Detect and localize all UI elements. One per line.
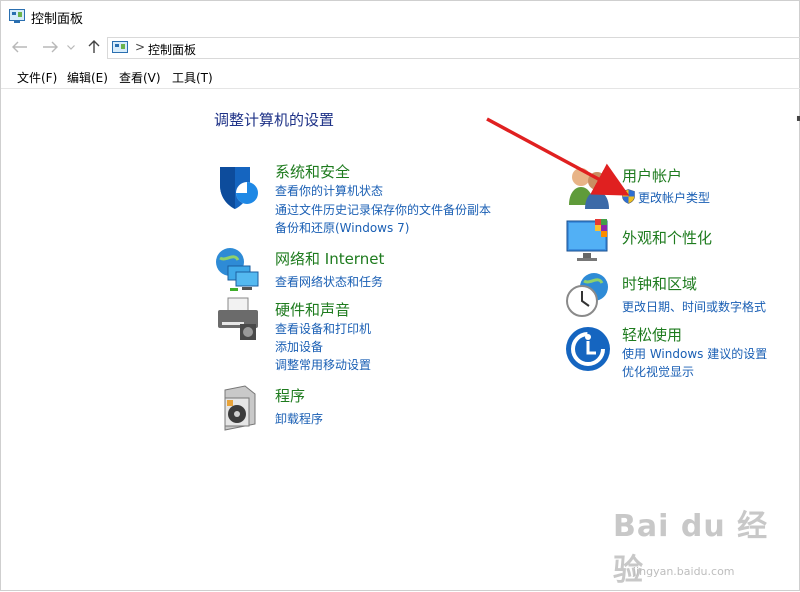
recent-locations-button[interactable]	[65, 38, 77, 56]
link-file-history-backup[interactable]: 通过文件历史记录保存你的文件备份副本	[275, 201, 491, 218]
chevron-down-icon	[67, 44, 75, 50]
printer-icon[interactable]	[214, 294, 262, 342]
category-clock-region[interactable]: 时钟和区域	[622, 273, 697, 294]
view-by-truncated[interactable]: ▪	[796, 113, 800, 124]
menu-edit[interactable]: 编辑(E)	[67, 69, 108, 86]
link-optimize-visual-display[interactable]: 优化视觉显示	[622, 363, 694, 380]
link-change-account-type[interactable]: 更改帐户类型	[638, 189, 710, 206]
category-network-internet[interactable]: 网络和 Internet	[275, 248, 384, 269]
link-date-time-format[interactable]: 更改日期、时间或数字格式	[622, 298, 766, 315]
address-bar[interactable]: > 控制面板	[107, 37, 800, 59]
category-hardware-sound[interactable]: 硬件和声音	[275, 299, 350, 320]
control-panel-icon	[112, 41, 128, 53]
shield-icon[interactable]	[214, 163, 262, 211]
link-view-computer-status[interactable]: 查看你的计算机状态	[275, 182, 383, 199]
menu-view[interactable]: 查看(V)	[119, 69, 161, 86]
baidu-watermark: Bai du 经验 jingyan.baidu.com	[613, 501, 799, 589]
appearance-icon[interactable]	[565, 217, 613, 265]
menu-bar: 文件(F) 编辑(E) 查看(V) 工具(T)	[1, 64, 800, 89]
up-button[interactable]	[85, 38, 103, 56]
link-devices-printers[interactable]: 查看设备和打印机	[275, 320, 371, 337]
watermark-url: jingyan.baidu.com	[633, 565, 735, 578]
link-backup-restore[interactable]: 备份和还原(Windows 7)	[275, 219, 409, 236]
clock-globe-icon[interactable]	[564, 271, 612, 319]
control-panel-window: 控制面板 > 控制面板 文件(F) 编辑(E) 查看(V) 工具(T) 调整计算…	[0, 0, 800, 591]
window-title: 控制面板	[31, 12, 84, 27]
link-uninstall-program[interactable]: 卸载程序	[275, 410, 323, 427]
category-ease-of-access[interactable]: 轻松使用	[622, 324, 682, 345]
users-icon[interactable]	[565, 163, 613, 211]
breadcrumb-separator[interactable]: >	[135, 40, 145, 54]
programs-icon[interactable]	[217, 384, 265, 432]
menu-file[interactable]: 文件(F)	[17, 69, 57, 86]
menu-tools[interactable]: 工具(T)	[172, 69, 213, 86]
link-add-device[interactable]: 添加设备	[275, 338, 323, 355]
breadcrumb-control-panel[interactable]: 控制面板	[148, 41, 196, 58]
link-mobility-settings[interactable]: 调整常用移动设置	[275, 356, 371, 373]
category-appearance[interactable]: 外观和个性化	[622, 227, 712, 248]
ease-of-access-icon[interactable]	[564, 325, 612, 373]
network-icon[interactable]	[214, 246, 262, 294]
control-panel-icon	[9, 9, 25, 23]
link-windows-recommended-settings[interactable]: 使用 Windows 建议的设置	[622, 345, 767, 362]
category-user-accounts[interactable]: 用户帐户	[622, 165, 682, 186]
back-arrow-icon	[12, 41, 27, 53]
forward-arrow-icon	[43, 41, 58, 53]
uac-shield-icon	[622, 189, 635, 204]
page-heading: 调整计算机的设置	[214, 111, 335, 129]
up-arrow-icon	[88, 40, 100, 53]
category-system-security[interactable]: 系统和安全	[275, 161, 350, 182]
link-view-network-status[interactable]: 查看网络状态和任务	[275, 273, 383, 290]
back-button[interactable]	[11, 38, 29, 56]
category-programs[interactable]: 程序	[275, 385, 305, 406]
title-bar: 控制面板	[1, 1, 800, 32]
forward-button[interactable]	[41, 38, 59, 56]
